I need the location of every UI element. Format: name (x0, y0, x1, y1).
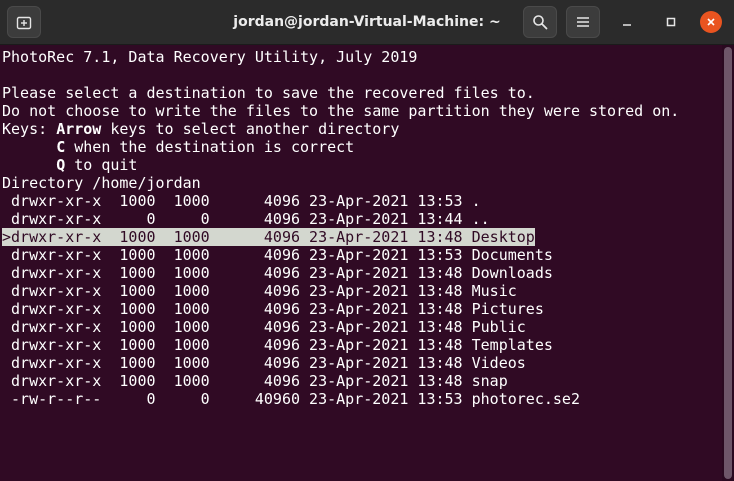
directory-entry[interactable]: drwxr-xr-x 1000 1000 4096 23-Apr-2021 13… (2, 246, 553, 264)
search-icon (533, 15, 548, 30)
directory-entry[interactable]: drwxr-xr-x 1000 1000 4096 23-Apr-2021 13… (2, 318, 526, 336)
directory-entry[interactable]: -rw-r--r-- 0 0 40960 23-Apr-2021 13:53 p… (2, 390, 580, 408)
keys-help-q: Q to quit (2, 156, 137, 174)
terminal-scrollbar[interactable] (722, 45, 734, 481)
directory-entry[interactable]: drwxr-xr-x 1000 1000 4096 23-Apr-2021 13… (2, 282, 517, 300)
directory-entry[interactable]: drwxr-xr-x 1000 1000 4096 23-Apr-2021 13… (2, 192, 481, 210)
key-arrow-desc: keys to select another directory (101, 120, 400, 138)
keys-help-arrow: Keys: Arrow keys to select another direc… (2, 120, 399, 138)
key-arrow: Arrow (56, 120, 102, 138)
terminal-output[interactable]: PhotoRec 7.1, Data Recovery Utility, Jul… (0, 45, 722, 481)
directory-entry[interactable]: drwxr-xr-x 0 0 4096 23-Apr-2021 13:44 .. (2, 210, 490, 228)
keys-prefix: Keys: (2, 120, 57, 138)
keys-help-c: C when the destination is correct (2, 138, 354, 156)
directory-entry[interactable]: drwxr-xr-x 1000 1000 4096 23-Apr-2021 13… (2, 372, 508, 390)
key-c-desc: when the destination is correct (65, 138, 355, 156)
maximize-icon (666, 17, 676, 27)
close-icon (707, 18, 715, 26)
menu-button[interactable] (566, 6, 600, 38)
directory-entry[interactable]: drwxr-xr-x 1000 1000 4096 23-Apr-2021 13… (2, 336, 553, 354)
search-button[interactable] (523, 6, 557, 38)
directory-entry[interactable]: drwxr-xr-x 1000 1000 4096 23-Apr-2021 13… (2, 300, 544, 318)
photorec-header: PhotoRec 7.1, Data Recovery Utility, Jul… (2, 48, 418, 66)
hamburger-menu-icon (577, 17, 589, 27)
scrollbar-thumb[interactable] (724, 47, 732, 479)
directory-entry[interactable]: drwxr-xr-x 1000 1000 4096 23-Apr-2021 13… (2, 264, 553, 282)
maximize-button[interactable] (660, 11, 682, 33)
key-q: Q (56, 156, 66, 174)
key-c: C (56, 138, 66, 156)
directory-entry[interactable]: drwxr-xr-x 1000 1000 4096 23-Apr-2021 13… (2, 354, 526, 372)
minimize-icon (623, 24, 631, 26)
title-bar: jordan@jordan-Virtual-Machine: ~ (0, 0, 734, 45)
keys-indent (2, 138, 56, 156)
key-q-desc: to quit (65, 156, 138, 174)
directory-entry-selected[interactable]: >drwxr-xr-x 1000 1000 4096 23-Apr-2021 1… (2, 228, 535, 246)
instruction-line-2: Do not choose to write the files to the … (2, 102, 680, 120)
keys-indent (2, 156, 56, 174)
minimize-button[interactable] (616, 11, 638, 33)
directory-path: Directory /home/jordan (2, 174, 201, 192)
close-button[interactable] (700, 11, 722, 33)
terminal-window: jordan@jordan-Virtual-Machine: ~ PhotoRe… (0, 0, 734, 481)
instruction-line-1: Please select a destination to save the … (2, 84, 535, 102)
